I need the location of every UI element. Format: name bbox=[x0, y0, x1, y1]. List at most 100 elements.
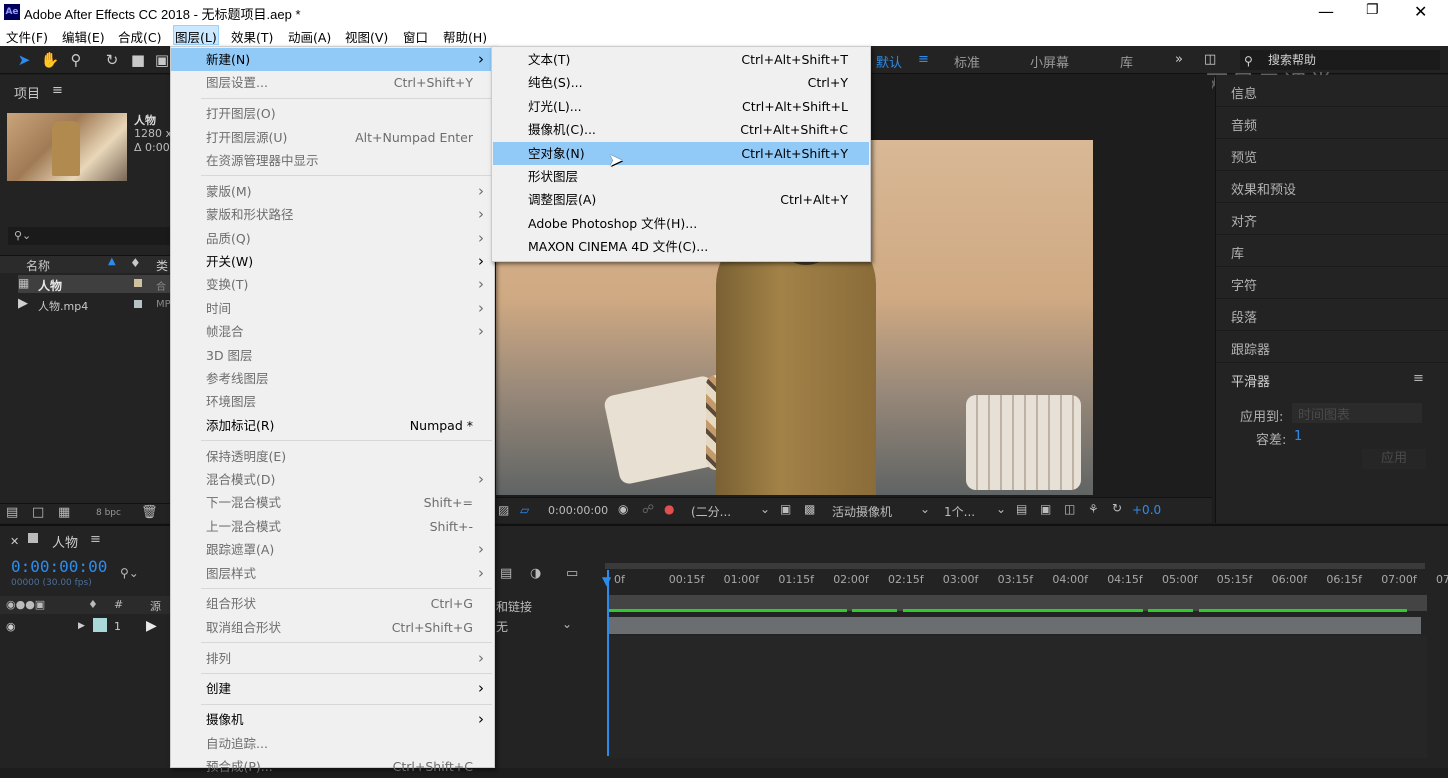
new-submenu-item[interactable]: 灯光(L)... Ctrl+Alt+Shift+L bbox=[493, 95, 869, 118]
exposure-value[interactable]: +0.0 bbox=[1132, 503, 1161, 517]
new-submenu-item[interactable]: 形状图层 bbox=[493, 165, 869, 188]
column-type[interactable]: 类 bbox=[156, 257, 168, 274]
flowchart-icon[interactable]: ⚘ bbox=[1088, 502, 1099, 516]
timeline-comp-tab[interactable]: 人物 bbox=[52, 532, 78, 551]
panel-menu-icon[interactable]: ≡ bbox=[1413, 371, 1424, 386]
timeline-body[interactable] bbox=[607, 636, 1427, 758]
timeline-icon[interactable]: ◫ bbox=[1064, 502, 1075, 516]
parent-link-column[interactable]: 和链接 bbox=[496, 598, 532, 615]
current-time-display[interactable]: 0:00:00:00 bbox=[11, 557, 107, 576]
label-color-swatch[interactable] bbox=[134, 279, 142, 287]
menu-animation[interactable]: 动画(A) bbox=[288, 27, 331, 46]
tolerance-value[interactable]: 1 bbox=[1294, 429, 1302, 444]
av-features-icons[interactable]: ◉●●▣ bbox=[6, 598, 45, 611]
current-time-indicator[interactable] bbox=[607, 570, 609, 756]
menu-file[interactable]: 文件(F) bbox=[6, 27, 48, 46]
menu-edit[interactable]: 编辑(E) bbox=[62, 27, 105, 46]
menu-help[interactable]: 帮助(H) bbox=[443, 27, 487, 46]
motion-blur-icon[interactable]: ◑ bbox=[530, 566, 541, 581]
viewer-timecode[interactable]: 0:00:00:00 bbox=[548, 504, 608, 517]
new-composition-icon[interactable]: ▦ bbox=[58, 505, 70, 520]
expand-layer-icon[interactable]: ▶ bbox=[78, 621, 85, 631]
pan-behind-tool-icon[interactable]: ▣ bbox=[152, 50, 172, 70]
resolution-select[interactable]: (二分... bbox=[691, 503, 731, 520]
hand-tool-icon[interactable]: ✋ bbox=[40, 50, 60, 70]
project-panel-title[interactable]: 项目 bbox=[14, 83, 40, 102]
sort-asc-icon[interactable]: ▲ bbox=[108, 256, 116, 267]
minimize-icon[interactable]: — bbox=[1318, 2, 1334, 21]
label-tag-icon[interactable]: ♦ bbox=[88, 598, 98, 611]
visibility-eye-icon[interactable]: ◉ bbox=[6, 620, 16, 633]
interpret-footage-icon[interactable]: ▤ bbox=[6, 505, 18, 520]
maximize-icon[interactable]: ❐ bbox=[1366, 2, 1379, 18]
camera-tool-icon[interactable]: ■ bbox=[128, 50, 148, 70]
close-icon[interactable]: ✕ bbox=[10, 535, 19, 548]
project-search-input[interactable] bbox=[8, 227, 170, 245]
workspace-default[interactable]: 默认 bbox=[876, 52, 902, 71]
panel-menu-icon[interactable]: ≡ bbox=[90, 532, 101, 547]
views-layout-select[interactable]: 1个... bbox=[944, 503, 975, 520]
comp-mini-flowchart-icon[interactable]: ▤ bbox=[500, 566, 512, 581]
panel-paragraph[interactable]: 段落 bbox=[1231, 307, 1257, 326]
search-icon[interactable]: ⚲⌄ bbox=[120, 566, 139, 580]
selection-tool-icon[interactable]: ➤ bbox=[14, 50, 34, 70]
workspace-libraries[interactable]: 库 bbox=[1120, 52, 1133, 71]
panel-libraries[interactable]: 库 bbox=[1231, 243, 1244, 262]
pixel-aspect-icon[interactable]: ▤ bbox=[1016, 502, 1027, 516]
panel-align[interactable]: 对齐 bbox=[1231, 211, 1257, 230]
column-name[interactable]: 名称 bbox=[26, 257, 50, 274]
transparency-grid-icon[interactable]: ▩ bbox=[804, 502, 815, 516]
menu-view[interactable]: 视图(V) bbox=[345, 27, 388, 46]
panel-smoother[interactable]: 平滑器 bbox=[1231, 371, 1270, 390]
zoom-tool-icon[interactable]: ⚲ bbox=[66, 50, 86, 70]
menu-composition[interactable]: 合成(C) bbox=[118, 27, 161, 46]
layer-label-swatch[interactable] bbox=[93, 618, 107, 632]
label-tag-icon[interactable]: ♦ bbox=[130, 256, 141, 270]
menu-window[interactable]: 窗口 bbox=[403, 27, 428, 46]
show-snapshot-icon[interactable]: ☍ bbox=[642, 502, 654, 516]
panel-info[interactable]: 信息 bbox=[1231, 83, 1257, 102]
workspace-standard[interactable]: 标准 bbox=[954, 52, 980, 71]
grid-toggle-icon[interactable]: ▨ bbox=[498, 503, 509, 517]
rotate-tool-icon[interactable]: ↻ bbox=[102, 50, 122, 70]
panel-tracker[interactable]: 跟踪器 bbox=[1231, 339, 1270, 358]
new-submenu-item[interactable]: Adobe Photoshop 文件(H)... bbox=[493, 212, 869, 235]
layer-duration-bar[interactable] bbox=[609, 617, 1421, 634]
chevron-down-icon[interactable]: ⌄ bbox=[760, 502, 770, 516]
new-submenu-item[interactable]: 调整图层(A) Ctrl+Alt+Y bbox=[493, 188, 869, 211]
panel-menu-icon[interactable]: ≡ bbox=[52, 83, 63, 98]
camera-view-select[interactable]: 活动摄像机 bbox=[832, 503, 892, 520]
layer-menu-item[interactable]: 新建(N) › bbox=[171, 48, 494, 71]
new-submenu-item[interactable]: 文本(T) Ctrl+Alt+Shift+T bbox=[493, 48, 869, 71]
playhead-handle-icon[interactable]: ▼ bbox=[602, 574, 611, 588]
graph-editor-icon[interactable]: ▭ bbox=[566, 566, 578, 581]
layer-menu-item[interactable]: 创建 › bbox=[171, 677, 494, 700]
panel-effects-presets[interactable]: 效果和预设 bbox=[1231, 179, 1296, 198]
time-navigator[interactable] bbox=[605, 563, 1425, 569]
menu-effect[interactable]: 效果(T) bbox=[231, 27, 273, 46]
chevron-down-icon[interactable]: ⌄ bbox=[920, 502, 930, 516]
parent-select[interactable]: 无 bbox=[496, 618, 508, 635]
menu-layer[interactable]: 图层(L) bbox=[173, 25, 219, 45]
new-submenu-item[interactable]: MAXON CINEMA 4D 文件(C)... bbox=[493, 235, 869, 258]
close-icon[interactable]: ✕ bbox=[1414, 2, 1427, 21]
panel-preview[interactable]: 预览 bbox=[1231, 147, 1257, 166]
layer-menu-item[interactable]: 添加标记(R) Numpad * bbox=[171, 414, 494, 437]
workspace-small-screen[interactable]: 小屏幕 bbox=[1030, 52, 1069, 71]
label-color-swatch[interactable] bbox=[134, 300, 142, 308]
region-of-interest-icon[interactable]: ▣ bbox=[780, 502, 791, 516]
source-name-column[interactable]: 源 bbox=[150, 598, 161, 614]
chevron-down-icon[interactable]: ⌄ bbox=[996, 502, 1006, 516]
apply-button[interactable]: 应用 bbox=[1362, 449, 1426, 469]
new-folder-icon[interactable]: □ bbox=[32, 505, 44, 520]
panel-audio[interactable]: 音频 bbox=[1231, 115, 1257, 134]
layer-menu-item[interactable]: 开关(W) › bbox=[171, 250, 494, 273]
snapshot-camera-icon[interactable]: ◉ bbox=[618, 502, 628, 516]
panel-character[interactable]: 字符 bbox=[1231, 275, 1257, 294]
fast-preview-icon[interactable]: ▣ bbox=[1040, 502, 1051, 516]
workspace-menu-icon[interactable]: ≡ bbox=[918, 52, 929, 67]
trash-icon[interactable]: 🗑 bbox=[141, 505, 158, 520]
channel-color-icon[interactable]: ● bbox=[664, 502, 674, 516]
more-workspaces-icon[interactable]: » bbox=[1175, 52, 1183, 67]
chevron-down-icon[interactable]: ⌄ bbox=[562, 617, 572, 631]
